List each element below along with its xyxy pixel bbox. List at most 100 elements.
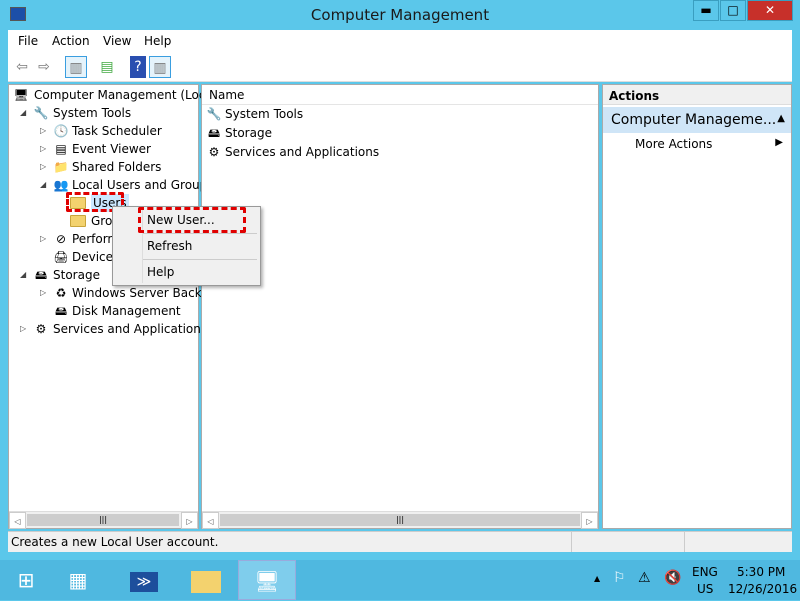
services-icon: ⚙ xyxy=(35,322,47,336)
expand-arrow-icon[interactable]: ▷ xyxy=(20,320,26,338)
submenu-arrow-icon: ▶ xyxy=(775,137,783,148)
console-tree: 🖥 Computer Management (Local ◢ 🔧 System Tool… xyxy=(8,84,217,529)
export-list-icon[interactable]: ▤ xyxy=(96,56,118,78)
show-hide-action-pane-icon[interactable]: ▥ xyxy=(149,56,171,78)
tree-item-label: Windows Server Backup xyxy=(72,286,217,300)
clock-time[interactable]: 5:30 PM xyxy=(737,565,785,579)
forward-arrow-icon[interactable]: ⇨ xyxy=(33,56,55,78)
list-item-label: Services and Applications xyxy=(225,145,380,159)
keyboard-layout[interactable]: US xyxy=(697,582,713,596)
tree-item[interactable]: ▷ 🕓 Task Scheduler xyxy=(9,122,198,140)
scroll-right-button[interactable]: ▷ xyxy=(581,512,598,529)
collapse-arrow-icon[interactable]: ◢ xyxy=(20,104,26,122)
title-bar: Computer Management ▬ □ ✕ xyxy=(0,0,800,30)
list-item-label: System Tools xyxy=(225,107,304,121)
clock-date[interactable]: 12/26/2016 xyxy=(728,582,797,596)
users-icon: 👥 xyxy=(53,178,69,192)
storage-icon: 🖴 xyxy=(207,126,221,140)
status-text: Creates a new Local User account. xyxy=(11,535,219,549)
scroll-left-button[interactable]: ◁ xyxy=(9,512,26,529)
toolbar: ⇦ ⇨ ▥ ▤ ? ▥ xyxy=(8,52,792,82)
close-button[interactable]: ✕ xyxy=(747,0,793,21)
tools-icon: 🔧 xyxy=(33,106,49,120)
results-pane: Name 🔧 System Tools 🖴 Storage ⚙ Services and … xyxy=(201,84,599,529)
actions-pane: Actions Computer Manageme... ▲ More Acti… xyxy=(602,84,792,529)
scroll-right-button[interactable]: ▷ xyxy=(181,512,198,529)
show-hide-console-tree-icon[interactable]: ▥ xyxy=(65,56,87,78)
tree-item-label: System Tools xyxy=(53,106,132,120)
menu-action[interactable]: Action xyxy=(52,34,90,48)
folder-icon xyxy=(70,215,86,227)
tree-item-label: Disk Management xyxy=(72,304,181,318)
tree-item-label: Shared Folders xyxy=(72,160,162,174)
tree-item[interactable]: ◢ 🔧 System Tools xyxy=(9,104,198,122)
list-item-label: Storage xyxy=(225,126,272,140)
menu-help[interactable]: Help xyxy=(144,34,171,48)
services-icon: ⚙ xyxy=(208,145,220,159)
context-help[interactable]: Help xyxy=(147,265,174,279)
scroll-thumb[interactable]: ||| xyxy=(220,514,580,526)
expand-arrow-icon[interactable]: ▷ xyxy=(40,158,46,176)
event-viewer-icon: ▤ xyxy=(55,142,67,156)
expand-arrow-icon[interactable]: ▷ xyxy=(40,140,46,158)
network-warning-icon[interactable]: ⚠ xyxy=(638,570,651,586)
scroll-left-button[interactable]: ◁ xyxy=(202,512,219,529)
powershell-icon[interactable]: ≫ xyxy=(118,560,170,600)
context-refresh[interactable]: Refresh xyxy=(147,239,192,253)
menu-view[interactable]: View xyxy=(103,34,131,48)
language-indicator[interactable]: ENG xyxy=(692,565,718,579)
column-header-label: Name xyxy=(209,88,245,102)
tree-item[interactable]: ▷ ⚙ Services and Applications xyxy=(9,320,207,338)
highlight-new-user xyxy=(138,207,246,233)
tools-icon: 🔧 xyxy=(206,107,222,121)
file-explorer-icon[interactable] xyxy=(180,560,232,600)
server-manager-icon[interactable]: ▦ xyxy=(52,560,104,600)
tree-item[interactable]: 🖥 Computer Management (Local xyxy=(9,86,216,104)
tree-item-label: Services and Applications xyxy=(53,322,208,336)
taskbar: ⊞ ▦ ≫ 🖥 ▲ ⚐ ⚠ 🔇 ENG US 5:30 PM 12/26/201… xyxy=(0,560,800,600)
collapse-arrow-icon[interactable]: ◢ xyxy=(20,266,26,284)
tree-item[interactable]: ▷ ▤ Event Viewer xyxy=(9,140,198,158)
collapse-arrow-icon[interactable]: ◢ xyxy=(40,176,46,194)
back-arrow-icon[interactable]: ⇦ xyxy=(11,56,33,78)
column-header-name[interactable]: Name xyxy=(202,85,598,105)
performance-icon: ⊘ xyxy=(55,232,67,246)
tree-item[interactable]: 🖴 Disk Management xyxy=(9,302,198,320)
tree-item-label: Storage xyxy=(53,268,100,282)
tree-item-label: Event Viewer xyxy=(72,142,151,156)
results-horizontal-scrollbar[interactable]: ◁ ||| ▷ xyxy=(202,511,598,529)
tree-item-label: Task Scheduler xyxy=(72,124,162,138)
device-manager-icon: 🖨 xyxy=(53,250,69,264)
menu-bar: File Action View Help xyxy=(8,30,792,52)
maximize-button[interactable]: □ xyxy=(720,0,746,21)
computer-icon: 🖥 xyxy=(13,88,29,102)
tree-item[interactable]: ▷ 📁 Shared Folders xyxy=(9,158,198,176)
minimize-button[interactable]: ▬ xyxy=(693,0,719,21)
action-center-flag-icon[interactable]: ⚐ xyxy=(613,570,626,586)
expand-arrow-icon[interactable]: ▷ xyxy=(40,122,46,140)
disk-icon: 🖴 xyxy=(54,304,68,318)
menu-file[interactable]: File xyxy=(18,34,38,48)
clock-icon: 🕓 xyxy=(53,124,69,138)
shared-folder-icon: 📁 xyxy=(53,160,69,174)
backup-icon: ♻ xyxy=(55,286,67,300)
expand-arrow-icon[interactable]: ▷ xyxy=(40,284,46,302)
help-icon[interactable]: ? xyxy=(130,56,146,78)
more-actions-label: More Actions xyxy=(635,137,713,151)
actions-section-label: Computer Manageme... xyxy=(611,112,777,128)
tree-item-label: Computer Management (Local xyxy=(34,88,217,102)
status-bar: Creates a new Local User account. xyxy=(8,531,792,552)
computer-management-taskbar-button[interactable]: 🖥 xyxy=(238,560,296,600)
scroll-thumb[interactable]: ||| xyxy=(27,514,179,526)
collapse-icon[interactable]: ▲ xyxy=(777,113,785,124)
tree-item[interactable]: ▷ ♻ Windows Server Backup xyxy=(9,284,217,302)
actions-section-computer-management[interactable]: Computer Manageme... ▲ xyxy=(603,107,791,133)
window-title: Computer Management xyxy=(310,6,490,24)
tree-horizontal-scrollbar[interactable]: ◁ ||| ▷ xyxy=(9,511,198,529)
actions-header: Actions xyxy=(603,85,791,105)
expand-arrow-icon[interactable]: ▷ xyxy=(40,230,46,248)
show-hidden-icons[interactable]: ▲ xyxy=(594,574,600,583)
more-actions-item[interactable]: More Actions ▶ xyxy=(603,135,791,153)
start-button[interactable]: ⊞ xyxy=(0,560,52,600)
volume-muted-icon[interactable]: 🔇 xyxy=(664,570,681,586)
